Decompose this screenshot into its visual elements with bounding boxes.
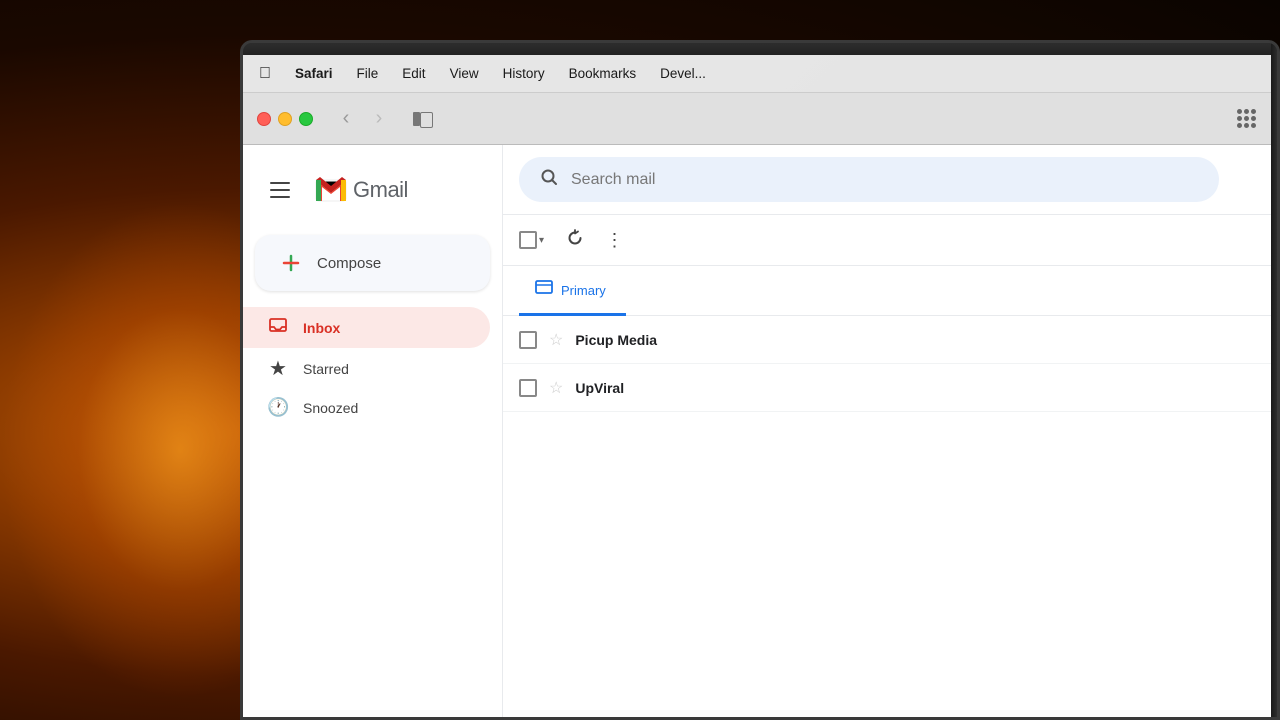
select-all-checkbox[interactable] bbox=[519, 231, 537, 249]
file-menu[interactable]: File bbox=[357, 66, 379, 81]
email-sender: UpViral bbox=[575, 380, 695, 396]
refresh-icon bbox=[566, 229, 584, 252]
star-icon: ★ bbox=[267, 356, 289, 381]
refresh-button[interactable] bbox=[558, 223, 592, 257]
edit-menu[interactable]: Edit bbox=[402, 66, 425, 81]
primary-tab-label: Primary bbox=[561, 283, 606, 298]
gmail-logo-area: Gmail bbox=[313, 172, 408, 208]
snoozed-label: Snoozed bbox=[303, 400, 358, 416]
more-dots-icon: ⋮ bbox=[606, 230, 625, 251]
clock-icon: 🕐 bbox=[267, 397, 289, 418]
grid-dot bbox=[1251, 109, 1256, 114]
gmail-toolbar: Search mail bbox=[503, 145, 1277, 215]
laptop-edge bbox=[1271, 43, 1277, 717]
sidebar-toggle-icon bbox=[413, 112, 433, 126]
grid-dot bbox=[1244, 109, 1249, 114]
tab-primary[interactable]: Primary bbox=[519, 266, 626, 316]
safari-menu[interactable]: Safari bbox=[295, 66, 333, 81]
grid-dot bbox=[1237, 116, 1242, 121]
sidebar-toggle-button[interactable] bbox=[406, 104, 440, 134]
forward-button[interactable]: › bbox=[364, 104, 394, 134]
compose-plus-icon bbox=[279, 251, 303, 275]
email-row[interactable]: ☆ Picup Media bbox=[503, 316, 1277, 364]
more-options-button[interactable]: ⋮ bbox=[598, 223, 632, 257]
sidebar-item-inbox[interactable]: Inbox bbox=[243, 307, 490, 348]
select-dropdown-icon[interactable]: ▾ bbox=[539, 235, 544, 246]
email-checkbox[interactable] bbox=[519, 331, 537, 349]
search-icon bbox=[539, 167, 559, 192]
hamburger-menu-button[interactable] bbox=[259, 169, 301, 211]
apple-menu[interactable]:  bbox=[259, 65, 271, 83]
select-all-area[interactable]: ▾ bbox=[519, 231, 544, 249]
grid-dot bbox=[1237, 109, 1242, 114]
history-menu[interactable]: History bbox=[503, 66, 545, 81]
compose-label: Compose bbox=[317, 255, 381, 272]
grid-dots-icon bbox=[1237, 109, 1256, 128]
gmail-m-logo-icon bbox=[313, 172, 349, 208]
email-row[interactable]: ☆ UpViral bbox=[503, 364, 1277, 412]
chevron-right-icon: › bbox=[376, 107, 383, 130]
email-checkbox[interactable] bbox=[519, 379, 537, 397]
macos-menu-bar:  Safari File Edit View History Bookmark… bbox=[243, 55, 1277, 93]
laptop-frame:  Safari File Edit View History Bookmark… bbox=[240, 40, 1280, 720]
grid-dot bbox=[1237, 123, 1242, 128]
starred-label: Starred bbox=[303, 361, 349, 377]
grid-dot bbox=[1244, 123, 1249, 128]
develop-menu[interactable]: Devel... bbox=[660, 66, 706, 81]
laptop-bezel bbox=[243, 43, 1277, 55]
inbox-icon bbox=[267, 315, 289, 340]
maximize-button[interactable] bbox=[299, 112, 313, 126]
chevron-left-icon: ‹ bbox=[343, 107, 350, 130]
browser-chrome: ‹ › bbox=[243, 93, 1277, 145]
hamburger-line bbox=[270, 182, 290, 184]
hamburger-line bbox=[270, 189, 290, 191]
sidebar-item-starred[interactable]: ★ Starred bbox=[243, 348, 490, 389]
minimize-button[interactable] bbox=[278, 112, 292, 126]
email-tabs: Primary bbox=[503, 266, 1277, 316]
email-sender: Picup Media bbox=[575, 332, 695, 348]
gmail-header: Gmail bbox=[243, 155, 502, 231]
email-star-icon[interactable]: ☆ bbox=[549, 378, 563, 398]
email-star-icon[interactable]: ☆ bbox=[549, 330, 563, 350]
gmail-wordmark: Gmail bbox=[353, 177, 408, 203]
email-list: ☆ Picup Media ☆ UpViral bbox=[503, 316, 1277, 720]
email-toolbar: ▾ ⋮ bbox=[503, 215, 1277, 266]
view-menu[interactable]: View bbox=[450, 66, 479, 81]
bookmarks-menu[interactable]: Bookmarks bbox=[569, 66, 637, 81]
gmail-sidebar: Gmail Compose bbox=[243, 145, 503, 720]
gmail-main: Search mail ▾ bbox=[503, 145, 1277, 720]
primary-tab-icon bbox=[535, 280, 553, 301]
hamburger-line bbox=[270, 196, 290, 198]
back-button[interactable]: ‹ bbox=[331, 104, 361, 134]
gmail-content: Gmail Compose bbox=[243, 145, 1277, 720]
search-bar[interactable]: Search mail bbox=[519, 157, 1219, 202]
grid-dot bbox=[1244, 116, 1249, 121]
grid-dot bbox=[1251, 116, 1256, 121]
traffic-lights bbox=[257, 112, 313, 126]
sidebar-item-snoozed[interactable]: 🕐 Snoozed bbox=[243, 389, 490, 426]
compose-button[interactable]: Compose bbox=[255, 235, 490, 291]
nav-buttons: ‹ › bbox=[331, 104, 394, 134]
grid-view-button[interactable] bbox=[1229, 104, 1263, 134]
inbox-label: Inbox bbox=[303, 320, 340, 336]
close-button[interactable] bbox=[257, 112, 271, 126]
grid-dot bbox=[1251, 123, 1256, 128]
search-placeholder: Search mail bbox=[571, 171, 655, 189]
